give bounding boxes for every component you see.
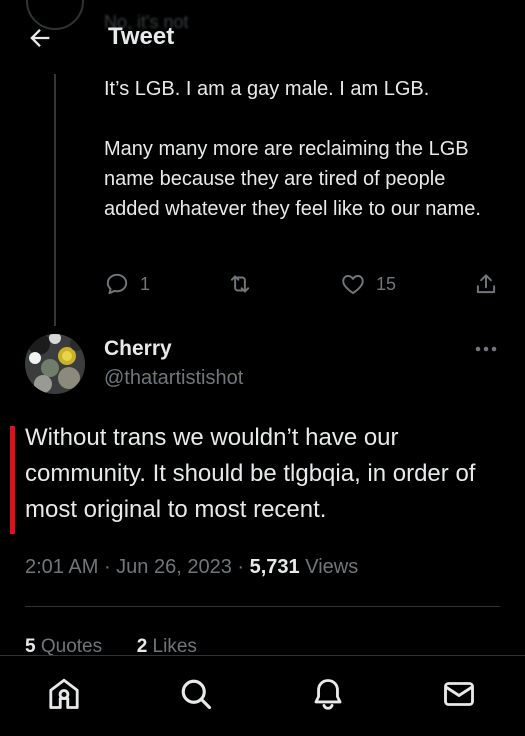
avatar-image — [25, 334, 85, 394]
heart-icon — [342, 275, 364, 294]
divider — [25, 606, 500, 607]
author-handle[interactable]: @thatartistishot — [104, 367, 243, 390]
likes-count: 2 — [136, 636, 148, 657]
home-icon[interactable] — [46, 676, 82, 712]
avatar[interactable] — [25, 334, 85, 394]
share-icon — [476, 274, 496, 294]
annotation-mark — [10, 426, 15, 534]
retweet-button[interactable] — [227, 271, 253, 297]
share-button[interactable] — [473, 271, 499, 297]
quotes-label: Quotes — [40, 636, 103, 657]
views-count: 5,731 — [249, 556, 300, 578]
previous-tweet-paragraph: It’s LGB. I am a gay male. I am LGB. — [104, 78, 430, 100]
tweet-time[interactable]: 2:01 AM — [25, 556, 98, 578]
bottom-nav — [0, 655, 525, 736]
header-bar: No, it's not Tweet — [0, 0, 525, 78]
previous-tweet-text: It’s LGB. I am a gay male. I am LGB. Man… — [104, 74, 504, 224]
like-count: 15 — [376, 273, 397, 294]
reply-button[interactable]: 1 — [104, 271, 150, 297]
search-icon[interactable] — [178, 676, 214, 712]
retweet-icon — [230, 275, 250, 293]
bell-icon[interactable] — [310, 676, 346, 712]
reply-count: 1 — [140, 273, 151, 294]
thread-line — [54, 74, 56, 326]
likes-label: Likes — [152, 636, 197, 657]
previous-tweet-paragraph: Many many more are reclaiming the LGB na… — [104, 138, 481, 220]
tweet-text: Without trans we wouldn’t have our commu… — [25, 424, 476, 523]
mail-icon[interactable] — [441, 676, 477, 712]
tweet-date[interactable]: Jun 26, 2023 — [116, 556, 232, 578]
author-name[interactable]: Cherry — [104, 337, 172, 361]
views-label: Views — [305, 556, 359, 578]
quotes-count: 5 — [25, 636, 36, 657]
tweet-meta: 2:01 AM · Jun 26, 2023 · 5,731 Views — [25, 556, 359, 578]
arrow-left-icon[interactable] — [26, 24, 54, 52]
quotes-link[interactable]: 5 Quotes — [25, 636, 102, 657]
reply-icon — [106, 273, 128, 295]
more-horizontal-icon[interactable] — [473, 343, 499, 355]
likes-link[interactable]: 2 Likes — [137, 636, 197, 657]
like-button[interactable]: 15 — [340, 271, 396, 297]
page-title: Tweet — [108, 23, 175, 50]
